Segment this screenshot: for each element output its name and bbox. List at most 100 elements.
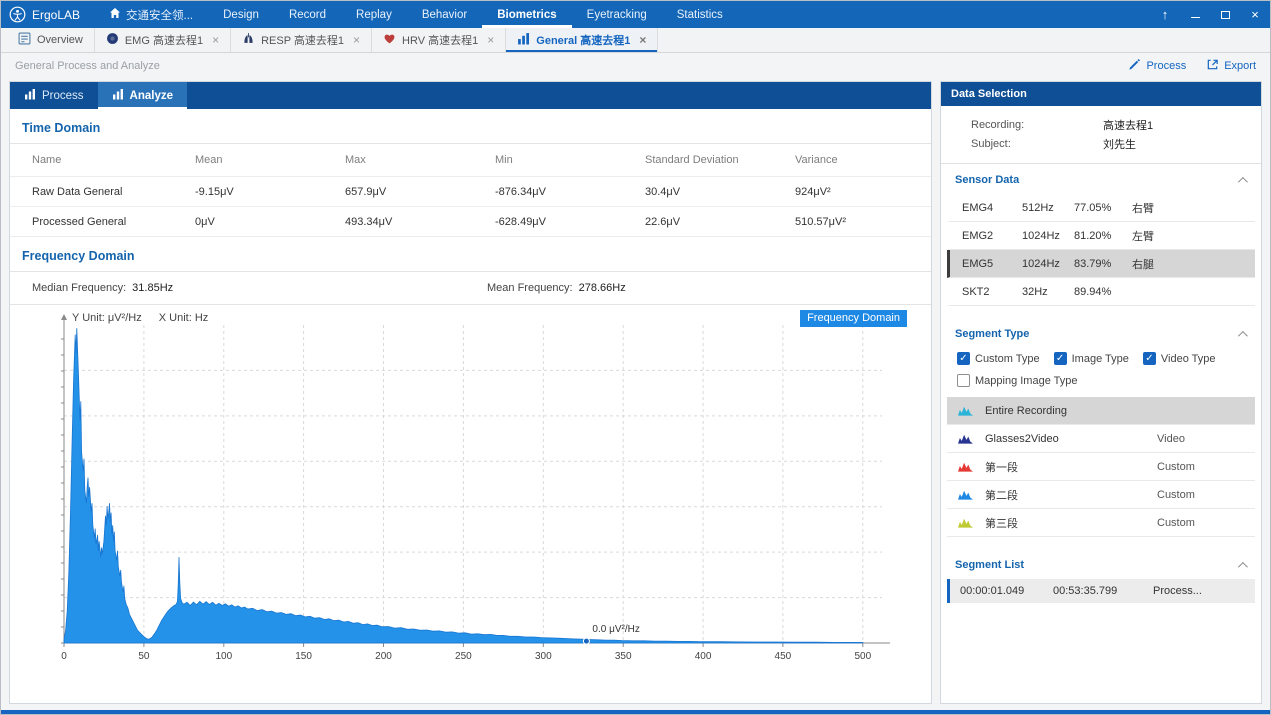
main-menu: 交通安全领... Design Record Replay Behavior B… <box>94 1 738 28</box>
sensor-row[interactable]: SKT2 32Hz 89.94% <box>947 278 1255 306</box>
bar-chart-icon <box>517 32 530 48</box>
segment-row[interactable]: Glasses2Video Video <box>947 425 1255 453</box>
spectrum-plot[interactable]: 0501001502002503003504004505000.0 μV²/Hz <box>16 309 921 681</box>
segment-row-selected[interactable]: Entire Recording <box>947 397 1255 425</box>
menu-item-label: Eyetracking <box>587 9 647 21</box>
menu-item-label: Biometrics <box>497 9 556 21</box>
svg-text:500: 500 <box>854 651 871 662</box>
doc-tab-resp[interactable]: RESP 高速去程1 × <box>231 28 372 52</box>
overview-icon <box>18 32 31 48</box>
doc-tab-label: EMG 高速去程1 <box>125 32 203 48</box>
checkbox-image-type[interactable]: Image Type <box>1054 352 1129 365</box>
maximize-button[interactable] <box>1210 1 1240 28</box>
cell: -628.49μV <box>495 216 645 228</box>
checkbox-icon <box>1054 352 1067 365</box>
sensor-row[interactable]: EMG4 512Hz 77.05% 右臂 <box>947 194 1255 222</box>
menu-item-label: 交通安全领... <box>126 7 193 23</box>
sensor-row-selected[interactable]: EMG5 1024Hz 83.79% 右腿 <box>947 250 1255 278</box>
pin-to-top-button[interactable]: ↑ <box>1150 1 1180 28</box>
recording-info: Recording: 高速去程1 Subject: 刘先生 <box>941 106 1261 164</box>
minimize-button[interactable] <box>1180 1 1210 28</box>
menu-item-replay[interactable]: Replay <box>341 1 407 28</box>
segment-row[interactable]: 第三段 Custom <box>947 509 1255 537</box>
sensor-data-section-header[interactable]: Sensor Data <box>947 164 1255 194</box>
subject-label: Subject: <box>971 138 1103 150</box>
data-selection-header: Data Selection <box>941 82 1261 106</box>
menu-item-project[interactable]: 交通安全领... <box>94 1 208 28</box>
segment-row[interactable]: 第一段 Custom <box>947 453 1255 481</box>
segment-list-section-header[interactable]: Segment List <box>947 549 1255 579</box>
subject-value: 刘先生 <box>1103 136 1251 152</box>
tab-process[interactable]: Process <box>10 82 98 109</box>
maximize-icon <box>1221 11 1230 19</box>
data-selection-panel: Data Selection Recording: 高速去程1 Subject:… <box>940 81 1262 704</box>
doc-tab-overview[interactable]: Overview <box>7 28 95 52</box>
tab-close-icon[interactable]: × <box>353 33 360 47</box>
svg-text:400: 400 <box>695 651 712 662</box>
cell: 493.34μV <box>345 216 495 228</box>
cell: -876.34μV <box>495 186 645 198</box>
y-unit-label: Y Unit: μV²/Hz <box>72 312 142 324</box>
svg-text:0: 0 <box>61 651 67 662</box>
sensor-row[interactable]: EMG2 1024Hz 81.20% 左臂 <box>947 222 1255 250</box>
svg-text:450: 450 <box>775 651 792 662</box>
chevron-up-icon <box>1238 330 1248 340</box>
doc-tab-hrv[interactable]: HRV 高速去程1 × <box>372 28 506 52</box>
menu-item-design[interactable]: Design <box>208 1 274 28</box>
tab-close-icon[interactable]: × <box>639 33 646 47</box>
document-tab-bar: Overview EMG 高速去程1 × RESP 高速去程1 × HRV 高速… <box>1 28 1270 53</box>
recording-label: Recording: <box>971 119 1103 131</box>
x-unit-label: X Unit: Hz <box>159 312 209 324</box>
frequency-domain-title: Frequency Domain <box>10 237 931 272</box>
pencil-icon <box>1128 58 1141 74</box>
process-action-button[interactable]: Process <box>1128 58 1186 74</box>
cell: 510.57μV² <box>795 216 931 228</box>
column-header: Variance <box>795 154 931 166</box>
doc-tab-general[interactable]: General 高速去程1 × <box>506 28 658 52</box>
section-title: Segment Type <box>955 328 1029 340</box>
segment-type-filters: Custom Type Image Type Video Type Mappin… <box>947 348 1255 397</box>
svg-text:350: 350 <box>615 651 632 662</box>
recording-value: 高速去程1 <box>1103 117 1251 133</box>
doc-tab-label: HRV 高速去程1 <box>402 32 478 48</box>
chart-unit-labels: Y Unit: μV²/Hz X Unit: Hz <box>72 312 222 324</box>
page-actions: Process Export <box>1128 58 1256 74</box>
tab-close-icon[interactable]: × <box>212 33 219 47</box>
cell: 657.9μV <box>345 186 495 198</box>
tab-analyze[interactable]: Analyze <box>98 82 187 109</box>
recording-row: Recording: 高速去程1 <box>971 115 1251 134</box>
doc-tab-label: General 高速去程1 <box>536 32 630 48</box>
segment-chart-icon <box>958 433 985 444</box>
cell: 0μV <box>195 216 345 228</box>
svg-text:150: 150 <box>295 651 312 662</box>
menu-item-biometrics[interactable]: Biometrics <box>482 1 571 28</box>
doc-tab-emg[interactable]: EMG 高速去程1 × <box>95 28 231 52</box>
bars-icon <box>112 88 124 103</box>
checkbox-video-type[interactable]: Video Type <box>1143 352 1216 365</box>
bars-icon <box>24 88 36 103</box>
status-bar <box>1 710 1270 714</box>
checkbox-mapping-image-type[interactable]: Mapping Image Type <box>957 374 1078 387</box>
menu-item-eyetracking[interactable]: Eyetracking <box>572 1 662 28</box>
column-header: Mean <box>195 154 345 166</box>
segment-row[interactable]: 第二段 Custom <box>947 481 1255 509</box>
close-button[interactable]: × <box>1240 1 1270 28</box>
menu-item-behavior[interactable]: Behavior <box>407 1 482 28</box>
export-action-button[interactable]: Export <box>1206 58 1256 74</box>
menu-item-statistics[interactable]: Statistics <box>662 1 738 28</box>
tab-close-icon[interactable]: × <box>487 33 494 47</box>
menu-item-label: Record <box>289 9 326 21</box>
emg-icon <box>106 32 119 48</box>
segment-chart-icon <box>958 405 985 416</box>
menu-item-record[interactable]: Record <box>274 1 341 28</box>
segment-list-row-selected[interactable]: 00:00:01.049 00:53:35.799 Process... <box>947 579 1255 603</box>
action-label: Export <box>1224 60 1256 72</box>
app-brand[interactable]: ErgoLAB <box>1 1 94 28</box>
cell: Raw Data General <box>32 186 195 198</box>
chevron-up-icon <box>1238 176 1248 186</box>
segment-type-section-header[interactable]: Segment Type <box>947 318 1255 348</box>
segment-list-section: Segment List 00:00:01.049 00:53:35.799 P… <box>941 549 1261 603</box>
frequency-spectrum-chart[interactable]: 0501001502002503003504004505000.0 μV²/Hz… <box>16 309 927 694</box>
checkbox-custom-type[interactable]: Custom Type <box>957 352 1040 365</box>
svg-text:200: 200 <box>375 651 392 662</box>
